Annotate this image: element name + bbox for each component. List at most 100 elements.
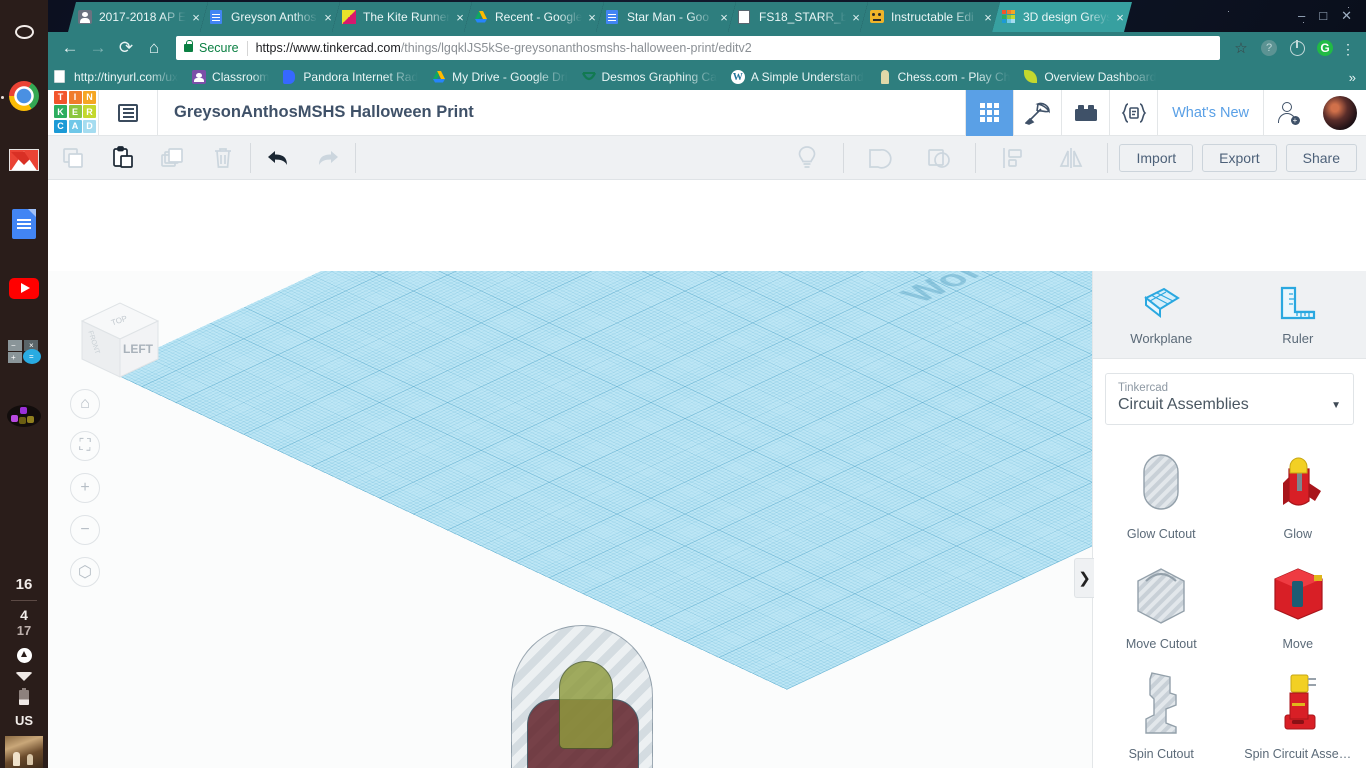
bookmarks-overflow-button[interactable]: » (1349, 70, 1360, 85)
zoom-out-button[interactable]: − (70, 515, 100, 545)
date-number[interactable]: 17 (17, 623, 31, 639)
workplane-tool[interactable]: Workplane (1093, 271, 1230, 358)
leaf-icon (1024, 70, 1038, 84)
bookmark-item[interactable]: Classroom (192, 70, 269, 84)
bookmark-star-icon[interactable]: ☆ (1228, 39, 1254, 57)
tab-close-icon[interactable]: × (1114, 11, 1126, 24)
browser-tab-active[interactable]: 3D design Greys × (992, 2, 1132, 32)
led-dome-shape[interactable] (559, 661, 613, 749)
share-button[interactable]: Share (1285, 143, 1357, 172)
home-button[interactable]: ⌂ (140, 34, 168, 62)
help-icon[interactable]: ? (1256, 35, 1282, 61)
grammarly-icon[interactable]: G (1312, 35, 1338, 61)
add-user-icon[interactable]: + (1263, 89, 1311, 136)
calculator-icon[interactable]: − × + = (0, 320, 48, 384)
back-button[interactable]: ← (56, 34, 84, 62)
undo-button[interactable] (253, 136, 303, 180)
design-list-button[interactable] (99, 90, 157, 136)
gmail-icon[interactable] (0, 128, 48, 192)
workplane[interactable]: Workplane (108, 271, 1092, 690)
wifi-status-icon[interactable] (15, 672, 33, 681)
browser-tab[interactable]: 2017-2018 AP E × (68, 2, 208, 32)
page-title[interactable]: GreysonAnthosMSHS Halloween Print (174, 103, 474, 122)
whats-new-link[interactable]: What's New (1157, 89, 1263, 136)
close-window-button[interactable]: ✕ (1341, 9, 1352, 22)
panel-collapse-button[interactable]: ❯ (1074, 558, 1094, 598)
view-cube[interactable]: LEFT TOP FRONT (68, 293, 166, 385)
bookmark-item[interactable]: My Drive - Google Dri (432, 70, 568, 84)
home-view-button[interactable]: ⌂ (70, 389, 100, 419)
bookmark-item[interactable]: Overview Dashboard (1024, 70, 1156, 84)
copy-button[interactable] (48, 136, 98, 180)
duplicate-button[interactable] (148, 136, 198, 180)
tab-close-icon[interactable]: × (850, 11, 862, 24)
export-button[interactable]: Export (1202, 143, 1277, 172)
delete-button[interactable] (198, 136, 248, 180)
bookmark-item[interactable]: Chess.com - Play Ch (878, 70, 1010, 84)
google-docs-icon[interactable] (0, 192, 48, 256)
shape-library-item[interactable]: Glow Cutout (1093, 441, 1230, 541)
notification-count[interactable]: 16 (16, 576, 33, 593)
power-icon[interactable] (1284, 35, 1310, 61)
designs-grid-icon[interactable] (965, 89, 1014, 136)
bookmark-item[interactable]: W A Simple Understand (730, 70, 864, 84)
keyboard-layout-indicator[interactable]: US (15, 713, 33, 728)
battery-status-icon[interactable] (19, 688, 29, 705)
chrome-icon[interactable] (0, 64, 48, 128)
align-icon[interactable] (987, 136, 1037, 180)
wallpaper-thumbnail[interactable] (5, 736, 43, 768)
tinkercad-logo[interactable]: TIN KER CAD (54, 90, 98, 135)
design-canvas[interactable]: Workplane LEFT TOP (48, 271, 1092, 768)
tab-close-icon[interactable]: × (718, 11, 730, 24)
purple-app-icon[interactable] (0, 384, 48, 448)
address-bar[interactable]: Secure https://www.tinkercad.com /things… (176, 36, 1220, 60)
maximize-button[interactable]: □ (1319, 9, 1327, 22)
tab-close-icon[interactable]: × (454, 11, 466, 24)
tab-close-icon[interactable]: × (586, 11, 598, 24)
paste-button[interactable] (98, 136, 148, 180)
browser-tab[interactable]: Recent - Google × (464, 2, 604, 32)
forward-button[interactable]: → (84, 34, 112, 62)
shape-library-item[interactable]: Spin Circuit Asse… (1230, 661, 1366, 761)
bookmark-item[interactable]: Pandora Internet Rad (283, 70, 418, 84)
browser-tab[interactable]: Greyson Anthos × (200, 2, 340, 32)
tab-close-icon[interactable]: × (190, 11, 202, 24)
mirror-icon[interactable] (1046, 136, 1096, 180)
browser-tab[interactable]: Instructable Edi × (860, 2, 1000, 32)
minecraft-pickaxe-icon[interactable] (1013, 89, 1061, 136)
browser-tab[interactable]: Star Man - Goo × (596, 2, 736, 32)
zoom-in-button[interactable]: + (70, 473, 100, 503)
avatar[interactable] (1323, 95, 1357, 130)
bookmark-item[interactable]: Desmos Graphing Ca (581, 70, 717, 84)
codeblocks-icon[interactable] (1109, 89, 1157, 136)
shape-library-item[interactable]: Move Cutout (1093, 551, 1230, 651)
activities-icon[interactable] (0, 0, 48, 64)
chrome-menu-icon[interactable]: ⋮ (1338, 42, 1358, 56)
tab-close-icon[interactable]: × (982, 11, 994, 24)
ungroup-shapes-icon[interactable] (914, 136, 964, 180)
browser-tab[interactable]: The Kite Runner × (332, 2, 472, 32)
ortho-perspective-toggle-button[interactable]: ⬡ (70, 557, 100, 587)
shape-library-item[interactable]: Move (1230, 551, 1366, 651)
shape-library-select[interactable]: Tinkercad Circuit Assemblies ▼ (1105, 373, 1354, 425)
reload-button[interactable]: ⟳ (112, 34, 140, 62)
shape-library-item[interactable]: Glow (1230, 441, 1366, 541)
redo-button[interactable] (303, 136, 353, 180)
tab-close-icon[interactable]: × (322, 11, 334, 24)
date-day[interactable]: 4 (20, 608, 28, 623)
group-shapes-icon[interactable] (855, 136, 905, 180)
browser-tab[interactable]: FS18_STARR_br × (728, 2, 868, 32)
google-docs-icon (606, 10, 620, 24)
lego-brick-icon[interactable] (1061, 89, 1109, 136)
shape-library-item[interactable]: Spin Cutout (1093, 661, 1230, 761)
light-bulb-icon[interactable] (782, 136, 832, 180)
bookmark-item[interactable]: http://tinyurl.com/ux (54, 70, 178, 84)
ruler-tool[interactable]: Ruler (1230, 271, 1366, 358)
minimize-button[interactable]: – (1298, 9, 1305, 22)
youtube-icon[interactable] (0, 256, 48, 320)
dropbox-status-icon[interactable] (16, 648, 32, 663)
import-button[interactable]: Import (1119, 143, 1194, 172)
fit-to-view-button[interactable]: ⛶ (70, 431, 100, 461)
address-divider (246, 40, 248, 56)
led-assembly-model[interactable] (503, 621, 663, 768)
